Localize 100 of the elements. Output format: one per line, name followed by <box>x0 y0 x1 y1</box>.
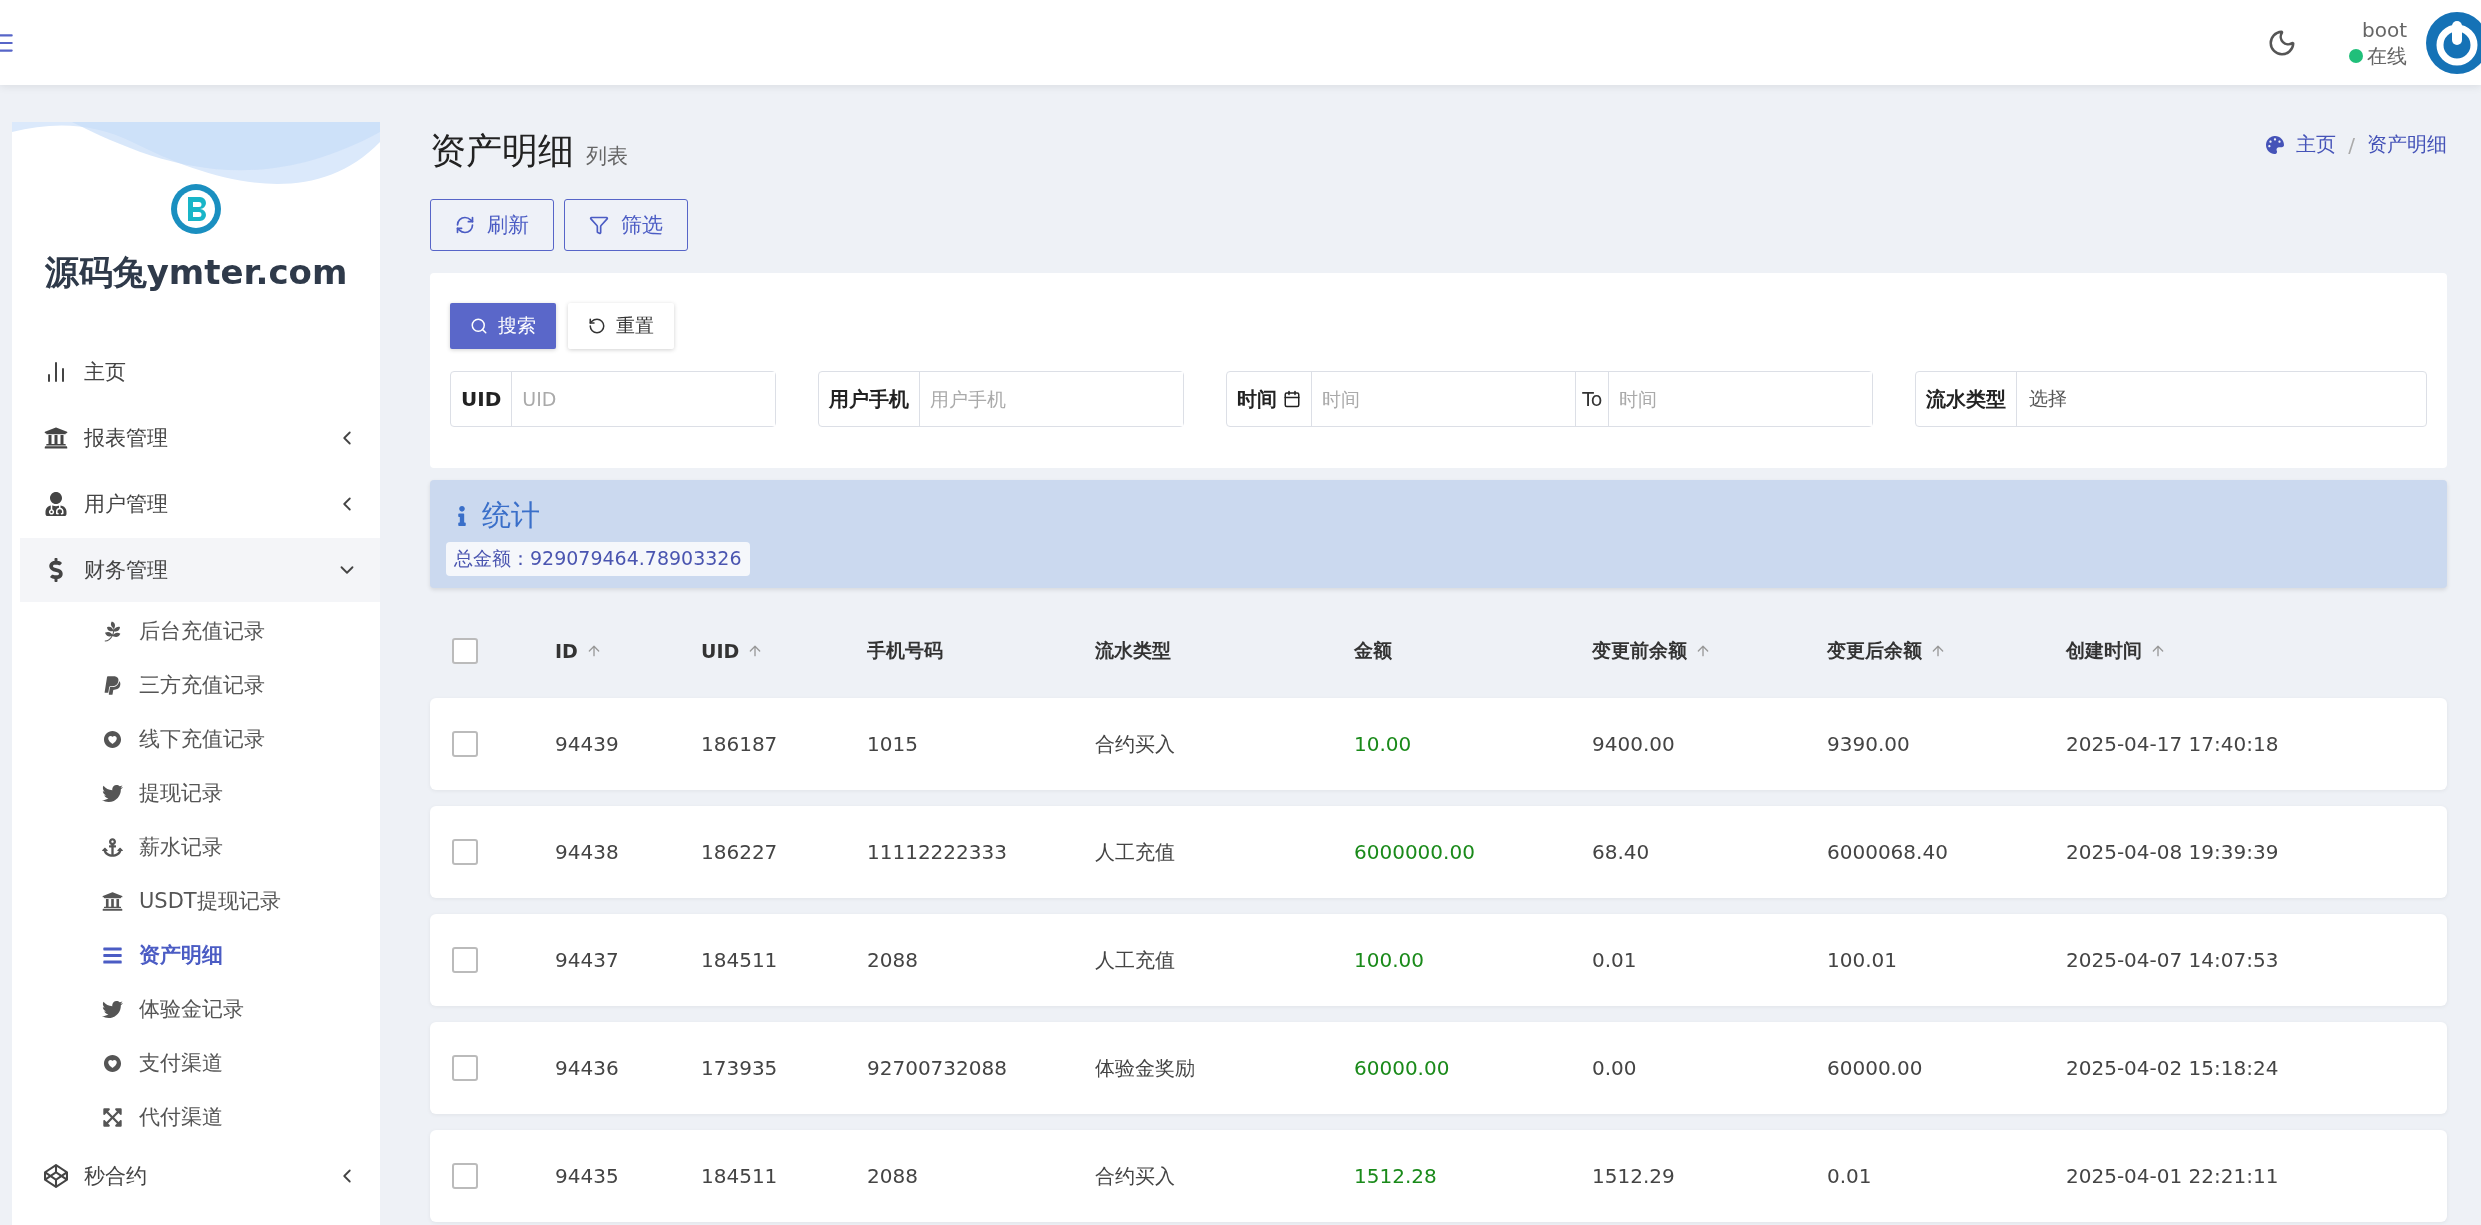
menu-item[interactable]: 报表管理 <box>20 406 380 470</box>
submenu-item[interactable]: 三方充值记录 <box>12 658 380 712</box>
column-header[interactable]: ID <box>555 640 578 662</box>
anchor-icon <box>102 836 123 858</box>
row-checkbox[interactable] <box>452 839 478 865</box>
row-checkbox[interactable] <box>452 1163 478 1189</box>
list-icon <box>102 944 123 966</box>
page-subtitle: 列表 <box>586 144 628 168</box>
table-cell-text: 100.01 <box>1827 948 1898 972</box>
table-cell-text: 2025-04-07 14:07:53 <box>2066 948 2280 972</box>
table-cell-text: 9390.00 <box>1827 732 1911 756</box>
submenu-item[interactable]: 薪水记录 <box>12 820 380 874</box>
input-field[interactable]: 用户手机 用户手机 <box>818 371 1185 427</box>
submenu-item[interactable]: 线下充值记录 <box>12 712 380 766</box>
table-cell-text: 10.00 <box>1354 732 1413 756</box>
menu-item[interactable]: 秒合约 <box>20 1144 380 1208</box>
table-cell-text: 2025-04-08 19:39:39 <box>2066 840 2280 864</box>
total-amount: 总金额：929079464.78903326 <box>446 542 750 576</box>
table-cell-text: 94435 <box>555 1164 620 1188</box>
table-cell-text: 60000.00 <box>1354 1056 1451 1080</box>
table-cell-text: 92700732088 <box>867 1056 1008 1080</box>
refresh-button[interactable]: 刷新 <box>430 199 554 251</box>
column-header[interactable]: UID <box>701 640 740 662</box>
table-cell-text: 184511 <box>701 1164 779 1188</box>
table-cell-text: 9400.00 <box>1592 732 1676 756</box>
cube-icon <box>44 1164 68 1188</box>
table-cell-text: 2088 <box>867 1164 919 1188</box>
select-field[interactable]: 流水类型 选择 <box>1915 371 2427 427</box>
reset-button[interactable]: 重置 <box>568 303 674 349</box>
table-cell-text: 0.01 <box>1827 1164 1873 1188</box>
table-cell-text: 体验金奖励 <box>1095 1054 1196 1082</box>
filter-icon <box>589 215 609 235</box>
submenu-item[interactable]: 提现记录 <box>12 766 380 820</box>
user-icon <box>44 492 68 516</box>
table-cell-text: 人工充值 <box>1095 946 1176 974</box>
column-header: 金额 <box>1354 638 1392 663</box>
breadcrumb-link[interactable]: 主页 <box>2296 131 2337 158</box>
page-title: 资产明细 <box>430 130 574 171</box>
row-checkbox[interactable] <box>452 1055 478 1081</box>
column-header[interactable]: 创建时间 <box>2066 638 2142 664</box>
table-cell-text: 2025-04-02 15:18:24 <box>2066 1056 2280 1080</box>
table-cell-text: 184511 <box>701 948 779 972</box>
status-dot <box>2349 48 2363 63</box>
table-cell-text: 173935 <box>701 1056 779 1080</box>
submenu-item[interactable]: 体验金记录 <box>12 982 380 1036</box>
user-name: boot <box>2362 16 2407 43</box>
select-all-checkbox[interactable] <box>452 638 478 664</box>
stats-title: 统计 <box>482 497 540 534</box>
table-cell-text: 合约买入 <box>1095 1162 1176 1190</box>
submenu-item[interactable]: 代付渠道 <box>12 1090 380 1144</box>
table-cell-text: 94437 <box>555 948 620 972</box>
brand-name: 源码兔ymter.com <box>44 251 348 294</box>
logo-icon <box>169 182 223 236</box>
table-cell-text: 2025-04-01 22:21:11 <box>2066 1164 2280 1188</box>
table-cell-text: 94436 <box>555 1056 620 1080</box>
column-header: 手机号码 <box>867 638 943 663</box>
table-cell-text: 1512.29 <box>1592 1164 1676 1188</box>
column-header[interactable]: 变更后余额 <box>1827 638 1922 664</box>
menu-item[interactable]: 用户管理 <box>20 472 380 536</box>
filter-button[interactable]: 筛选 <box>564 199 688 251</box>
table-cell-text: 0.00 <box>1592 1056 1638 1080</box>
sort-icon[interactable] <box>1930 643 1946 659</box>
table-cell-text: 6000000.00 <box>1354 840 1476 864</box>
table-cell-text: 186187 <box>701 732 779 756</box>
search-button[interactable]: 搜索 <box>450 303 556 349</box>
menu-item[interactable]: 财务管理 <box>20 538 380 602</box>
avatar-icon[interactable] <box>2425 10 2481 75</box>
table-cell-text: 0.01 <box>1592 948 1638 972</box>
bank-icon <box>44 426 68 450</box>
bank-icon <box>102 890 123 912</box>
column-header[interactable]: 变更前余额 <box>1592 638 1687 664</box>
user-status: 在线 <box>2367 42 2407 69</box>
menu-item[interactable]: 主页 <box>20 340 380 404</box>
table-cell-text: 11112222333 <box>867 840 1008 864</box>
submenu-item[interactable]: 后台充值记录 <box>12 604 380 658</box>
table-cell-text: 6000068.40 <box>1827 840 1949 864</box>
breadcrumb-link[interactable]: 资产明细 <box>2367 131 2447 158</box>
table-cell-text: 94439 <box>555 732 620 756</box>
table-cell-text: 2088 <box>867 948 919 972</box>
field-label: 流水类型 <box>1916 372 2018 426</box>
submenu-item[interactable]: 资产明细 <box>12 928 380 982</box>
submenu-item[interactable]: 支付渠道 <box>12 1036 380 1090</box>
reset-icon <box>588 317 606 335</box>
bird-icon <box>102 998 123 1020</box>
column-header: 流水类型 <box>1095 638 1171 663</box>
sort-icon[interactable] <box>2150 643 2166 659</box>
table-cell-text: 186227 <box>701 840 779 864</box>
table-cell-text: 2025-04-17 17:40:18 <box>2066 732 2280 756</box>
date-range-field[interactable]: 时间 时间 To 时间 <box>1226 371 1874 427</box>
sort-icon[interactable] <box>1695 643 1711 659</box>
table-cell-text: 94438 <box>555 840 620 864</box>
search-icon <box>470 317 488 335</box>
heart-icon <box>102 1052 123 1074</box>
row-checkbox[interactable] <box>452 731 478 757</box>
breadcrumb-separator: / <box>2348 132 2355 157</box>
heart-icon <box>102 728 123 750</box>
input-field[interactable]: UID UID <box>450 371 777 427</box>
row-checkbox[interactable] <box>452 947 478 973</box>
submenu-item[interactable]: USDT提现记录 <box>12 874 380 928</box>
expand-icon <box>102 1106 123 1128</box>
